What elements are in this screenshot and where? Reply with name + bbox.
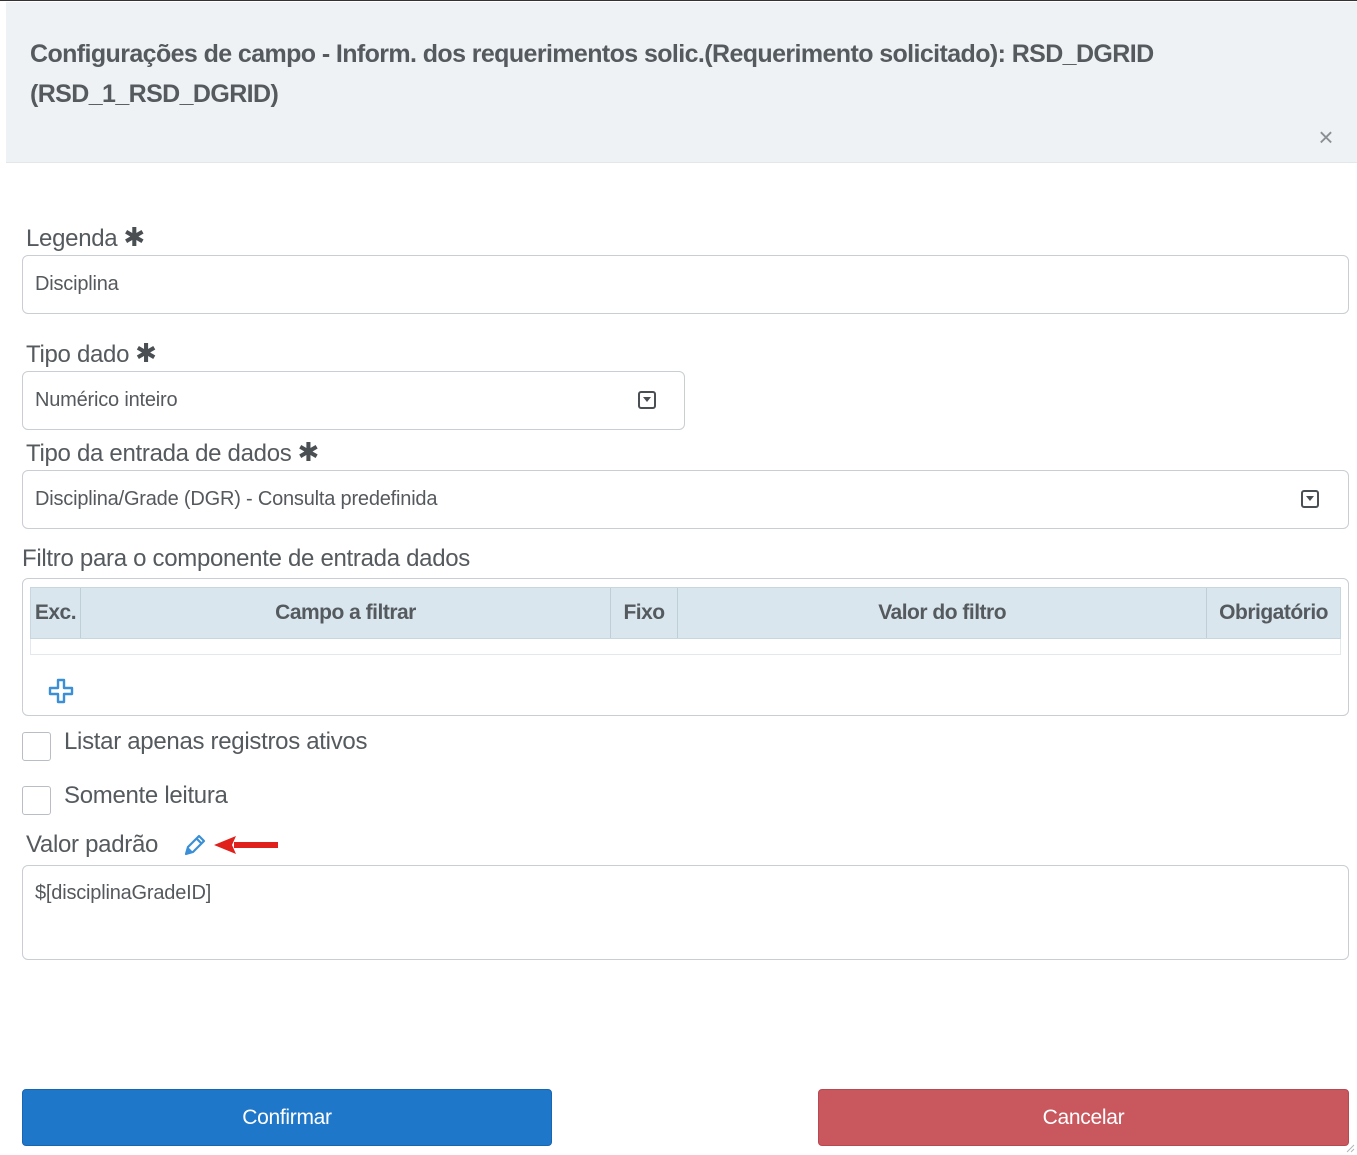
dialog-header: Configurações de campo - Inform. dos req… xyxy=(6,2,1357,163)
column-exc[interactable]: Exc. xyxy=(31,588,81,638)
dropdown-caret-icon[interactable] xyxy=(1301,490,1319,508)
tipo-entrada-value: Disciplina/Grade (DGR) - Consulta predef… xyxy=(35,488,438,510)
top-border xyxy=(0,0,1357,1)
required-asterisk-icon: ✱ xyxy=(297,437,319,467)
legenda-label-text: Legenda xyxy=(26,225,118,252)
red-arrow-icon xyxy=(214,836,278,854)
plus-icon[interactable] xyxy=(47,677,75,705)
valor-padrao-label: Valor padrão xyxy=(26,831,159,858)
filtro-label: Filtro para o componente de entrada dado… xyxy=(22,545,471,572)
legenda-value: Disciplina xyxy=(35,273,119,295)
close-icon[interactable]: × xyxy=(1315,124,1337,150)
column-obrigatorio[interactable]: Obrigatório xyxy=(1207,588,1340,638)
cancel-button[interactable]: Cancelar xyxy=(818,1089,1349,1146)
tipo-dado-select[interactable]: Numérico inteiro xyxy=(22,371,685,430)
listar-ativos-label[interactable]: Listar apenas registros ativos xyxy=(64,728,367,756)
valor-padrao-value: $[disciplinaGradeID] xyxy=(35,882,212,904)
column-valor-do-filtro[interactable]: Valor do filtro xyxy=(678,588,1208,638)
column-fixo[interactable]: Fixo xyxy=(611,588,679,638)
field-settings-dialog: Configurações de campo - Inform. dos req… xyxy=(0,0,1357,1155)
filter-grid: Exc. Campo a filtrar Fixo Valor do filtr… xyxy=(22,578,1349,716)
tipo-entrada-label: Tipo da entrada de dados ✱ xyxy=(26,437,319,468)
tipo-dado-label-text: Tipo dado xyxy=(26,341,130,368)
valor-padrao-textarea[interactable]: $[disciplinaGradeID] xyxy=(22,865,1349,960)
dialog-title: Configurações de campo - Inform. dos req… xyxy=(30,40,1154,108)
filter-grid-header: Exc. Campo a filtrar Fixo Valor do filtr… xyxy=(30,587,1341,639)
legenda-label: Legenda ✱ xyxy=(26,222,145,253)
dropdown-caret-icon[interactable] xyxy=(638,391,656,409)
tipo-entrada-label-text: Tipo da entrada de dados xyxy=(26,440,292,467)
tipo-dado-value: Numérico inteiro xyxy=(35,389,178,411)
pencil-icon[interactable] xyxy=(180,832,208,860)
legenda-input[interactable]: Disciplina xyxy=(22,255,1349,314)
tipo-dado-label: Tipo dado ✱ xyxy=(26,338,157,369)
tipo-entrada-select[interactable]: Disciplina/Grade (DGR) - Consulta predef… xyxy=(22,470,1349,529)
required-asterisk-icon: ✱ xyxy=(135,338,157,368)
somente-leitura-checkbox[interactable] xyxy=(22,786,51,815)
resize-grip-icon[interactable] xyxy=(1345,1143,1355,1153)
confirm-button[interactable]: Confirmar xyxy=(22,1089,552,1146)
filter-grid-empty-row xyxy=(30,639,1341,655)
required-asterisk-icon: ✱ xyxy=(123,222,145,252)
listar-ativos-checkbox[interactable] xyxy=(22,732,51,761)
somente-leitura-label[interactable]: Somente leitura xyxy=(64,782,228,810)
column-campo-a-filtrar[interactable]: Campo a filtrar xyxy=(81,588,612,638)
